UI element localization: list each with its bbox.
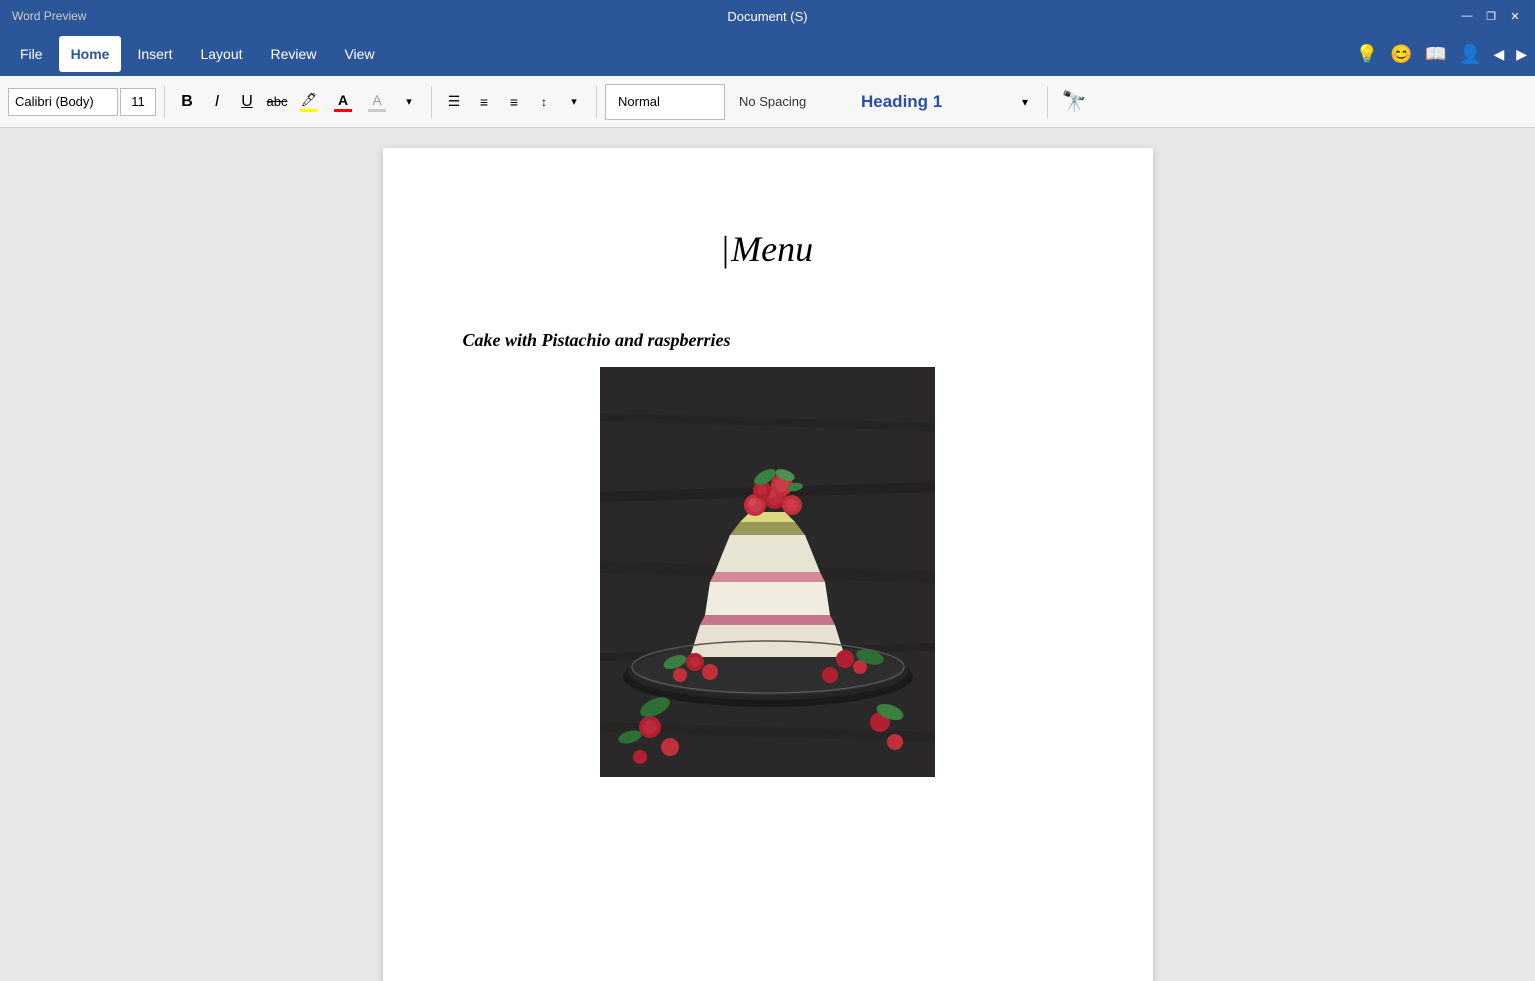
bullet-list-icon: ☰ (448, 93, 461, 110)
underline-button[interactable]: U (233, 88, 261, 116)
window-controls[interactable]: — ❐ ✕ (1459, 8, 1523, 24)
emoji-icon[interactable]: 😊 (1390, 44, 1412, 65)
toolbar-divider-1 (164, 86, 165, 118)
title-bar: Word Preview Document (S) — ❐ ✕ (0, 0, 1535, 32)
italic-button[interactable]: I (203, 88, 231, 116)
menu-bar: File Home Insert Layout Review View 💡 😊 … (0, 32, 1535, 76)
format-dropdown-button[interactable]: ▾ (395, 88, 423, 116)
minimize-button[interactable]: — (1459, 8, 1475, 24)
menu-file[interactable]: File (8, 36, 55, 72)
maximize-button[interactable]: ❐ (1483, 8, 1499, 24)
app-name: Word Preview (12, 9, 86, 23)
formatting-section: B I U abc 🖊 A A ▾ (173, 88, 423, 116)
style-normal[interactable]: Normal (605, 84, 725, 120)
back-icon[interactable]: ◀ (1493, 46, 1504, 63)
font-color-icon: A (338, 92, 348, 108)
font-color-icon-2: A (372, 92, 381, 108)
menu-review[interactable]: Review (259, 36, 329, 72)
menu-insert[interactable]: Insert (125, 36, 184, 72)
highlight-button[interactable]: 🖊 (293, 88, 325, 116)
highlight-icon: 🖊 (301, 92, 318, 108)
bullet-list-button[interactable]: ☰ (440, 88, 468, 116)
line-spacing-button[interactable]: ↕ (530, 88, 558, 116)
line-spacing-icon: ↕ (541, 95, 547, 109)
numbered-list-icon: ≡ (480, 94, 488, 110)
toolbar-divider-3 (596, 86, 597, 118)
menu-layout[interactable]: Layout (188, 36, 254, 72)
align-button[interactable]: ≡ (500, 88, 528, 116)
bold-button[interactable]: B (173, 88, 201, 116)
font-color-bar-2 (368, 109, 386, 112)
document-heading[interactable]: Menu (463, 208, 1073, 270)
menu-right-icons: 💡 😊 📖 👤 ◀ ▶ (1356, 44, 1527, 65)
page: Menu Cake with Pistachio and raspberries (383, 148, 1153, 981)
dish-title[interactable]: Cake with Pistachio and raspberries (463, 330, 1073, 351)
document-title: Document (S) (727, 9, 807, 24)
toolbar: Calibri (Body) 11 B I U abc 🖊 A A ▾ ☰ (0, 76, 1535, 128)
align-icon: ≡ (510, 94, 518, 110)
font-name-selector[interactable]: Calibri (Body) (8, 88, 118, 116)
font-color-button-2[interactable]: A (361, 88, 393, 116)
toolbar-divider-2 (431, 86, 432, 118)
style-heading1[interactable]: Heading 1 (849, 84, 1009, 120)
find-button[interactable]: 🔭 (1056, 84, 1092, 120)
font-color-button[interactable]: A (327, 88, 359, 116)
paragraph-dropdown-button[interactable]: ▾ (560, 88, 588, 116)
menu-home[interactable]: Home (59, 36, 122, 72)
paragraph-section: ☰ ≡ ≡ ↕ ▾ (440, 88, 588, 116)
font-section: Calibri (Body) 11 (8, 88, 156, 116)
styles-dropdown-button[interactable]: ▾ (1011, 84, 1039, 120)
forward-icon[interactable]: ▶ (1516, 46, 1527, 63)
binoculars-icon: 🔭 (1062, 89, 1087, 114)
font-color-bar (334, 109, 352, 112)
font-size-selector[interactable]: 11 (120, 88, 156, 116)
styles-section: Normal No Spacing Heading 1 ▾ (605, 84, 1039, 120)
style-nospacing[interactable]: No Spacing (727, 84, 847, 120)
menu-view[interactable]: View (332, 36, 386, 72)
cake-image (600, 367, 935, 777)
user-icon[interactable]: 👤 (1459, 44, 1481, 65)
lightbulb-icon[interactable]: 💡 (1356, 44, 1378, 65)
document-area: Menu Cake with Pistachio and raspberries (0, 128, 1535, 981)
toolbar-divider-4 (1047, 86, 1048, 118)
numbered-list-button[interactable]: ≡ (470, 88, 498, 116)
strikethrough-button[interactable]: abc (263, 88, 291, 116)
book-icon[interactable]: 📖 (1425, 44, 1447, 65)
highlight-color-bar (300, 109, 318, 112)
close-button[interactable]: ✕ (1507, 8, 1523, 24)
